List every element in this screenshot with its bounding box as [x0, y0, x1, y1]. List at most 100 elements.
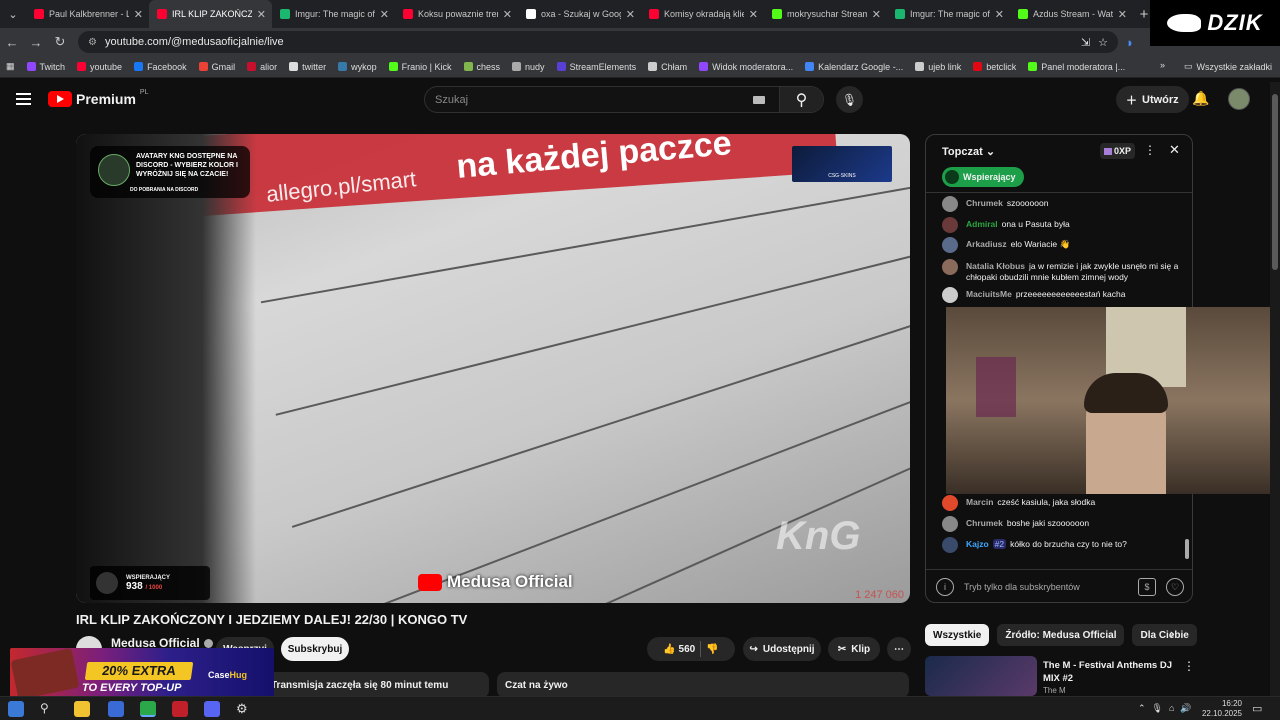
forward-icon[interactable]: → [24, 35, 48, 50]
bookmark-12[interactable]: Widok moderatora... [693, 62, 799, 72]
tab-close-icon[interactable]: ✕ [872, 8, 881, 21]
youtube-logo[interactable]: Premium PL [48, 89, 148, 107]
bookmark-4[interactable]: alior [241, 62, 283, 72]
voice-search-button[interactable]: 🎙 [836, 86, 863, 113]
tab-close-icon[interactable]: ✕ [749, 8, 758, 21]
video-player[interactable]: na każdej paczce allegro.pl/smart AVATAR… [76, 134, 910, 603]
filter-chip[interactable]: Źródło: Medusa Official [997, 624, 1125, 646]
notifications-bell-icon[interactable]: 🔔 [1192, 90, 1209, 107]
start-icon[interactable] [8, 701, 24, 717]
apps-icon[interactable]: ▦ [0, 61, 21, 72]
chat-avatar[interactable] [942, 495, 958, 511]
extension-icon[interactable]: ◗ [1118, 35, 1142, 50]
chat-avatar[interactable] [942, 516, 958, 532]
tab-1[interactable]: IRL KLIP ZAKOŃCZONY ✕ [149, 0, 272, 28]
chat-avatar[interactable] [942, 196, 958, 212]
tab-close-icon[interactable]: ✕ [503, 8, 512, 21]
tab-7[interactable]: Imgur: The magic of the ✕ [887, 0, 1010, 28]
url-field[interactable]: ⚙ youtube.com/@medusaoficjalnie/live ⇲ ☆ [78, 31, 1118, 53]
tab-6[interactable]: mokrysuchar Stream ✕ [764, 0, 887, 28]
close-icon[interactable]: ✕ [1169, 142, 1180, 158]
bookmark-7[interactable]: Franio | Kick [383, 62, 458, 72]
chat-avatar[interactable] [942, 287, 958, 303]
chat-author[interactable]: Chrumek [966, 198, 1003, 208]
chat-message[interactable]: Kajzo #2 kółko do brzucha czy to nie to? [942, 537, 1182, 553]
bookmark-13[interactable]: Kalendarz Google -... [799, 62, 909, 72]
chat-author[interactable]: Admiral [966, 219, 998, 229]
bookmark-1[interactable]: youtube [71, 62, 128, 72]
tab-close-icon[interactable]: ✕ [626, 8, 635, 21]
recommended-channel[interactable]: The M [1043, 686, 1066, 695]
super-chat-icon[interactable]: $ [1138, 578, 1156, 596]
chat-message[interactable]: Natalia Kłobus ja w remizie i jak zwykle … [942, 259, 1182, 283]
reload-icon[interactable]: ↻ [48, 34, 72, 50]
chat-mode-dropdown[interactable]: Topczat ⌄ [942, 145, 995, 158]
tab-close-icon[interactable]: ✕ [257, 8, 266, 21]
live-chat-box[interactable]: Czat na żywo [497, 672, 909, 698]
chat-message[interactable]: Admiral ona u Pasuta była [942, 217, 1182, 233]
tab-close-icon[interactable]: ✕ [134, 8, 143, 21]
bookmark-6[interactable]: wykop [332, 62, 383, 72]
bookmark-15[interactable]: betclick [967, 62, 1022, 72]
install-icon[interactable]: ⇲ [1081, 36, 1090, 49]
create-button[interactable]: ＋ Utwórz [1116, 86, 1189, 113]
bookmark-10[interactable]: StreamElements [551, 62, 643, 72]
dislike-button[interactable]: 👎 [706, 644, 718, 655]
chat-avatar[interactable] [942, 259, 958, 275]
recommended-menu-icon[interactable]: ⋮ [1183, 659, 1195, 673]
chat-avatar[interactable] [942, 217, 958, 233]
bookmark-3[interactable]: Gmail [193, 62, 242, 72]
bookmark-2[interactable]: Facebook [128, 62, 193, 72]
keyboard-icon[interactable] [753, 95, 765, 104]
chat-message[interactable]: Chrumek szoooooon [942, 196, 1182, 212]
chat-input[interactable]: Tryb tylko dla subskrybentów [964, 582, 1080, 592]
app2-icon[interactable] [172, 701, 188, 717]
chat-message[interactable]: MaciuitsMe przeeeeeeeeeeeestań kacha [942, 287, 1182, 303]
filter-chip[interactable]: Dla Ciebie [1132, 624, 1197, 646]
info-icon[interactable]: i [936, 578, 954, 596]
notification-icon[interactable]: ▭ [1252, 702, 1262, 715]
xp-badge[interactable]: 0XP [1100, 143, 1136, 159]
all-bookmarks[interactable]: ▭ Wszystkie zakładki [1184, 61, 1272, 72]
mic-tray-icon[interactable]: 🎙 [1152, 703, 1163, 714]
bookmark-11[interactable]: Chłam [642, 62, 693, 72]
chrome-icon[interactable] [140, 701, 156, 717]
tab-3[interactable]: Koksu powaznie trenuje ✕ [395, 0, 518, 28]
chat-avatar[interactable] [942, 537, 958, 553]
search-button[interactable]: ⚲ [779, 87, 823, 112]
settings-icon[interactable]: ⚙ [236, 701, 252, 717]
volume-icon[interactable]: 🔊 [1180, 703, 1191, 714]
file-explorer-icon[interactable] [74, 701, 90, 717]
filter-chip[interactable]: Wszystkie [925, 624, 990, 646]
chat-author[interactable]: Arkadiusz [966, 239, 1007, 249]
bookmark-9[interactable]: nudy [506, 62, 551, 72]
more-bookmarks-icon[interactable]: » [1154, 60, 1171, 70]
account-avatar[interactable] [1228, 88, 1250, 110]
share-button[interactable]: ↪ Udostępnij [743, 637, 821, 661]
like-button[interactable]: 👍 560 [663, 644, 695, 655]
search-input[interactable]: Szukaj [425, 94, 753, 106]
tab-close-icon[interactable]: ✕ [1118, 8, 1127, 21]
bookmark-star-icon[interactable]: ☆ [1098, 36, 1108, 49]
bookmark-5[interactable]: twitter [283, 62, 332, 72]
chat-avatar[interactable] [942, 237, 958, 253]
app-icon[interactable] [108, 701, 124, 717]
chat-message[interactable]: Chrumek boshe jaki szoooooon [942, 516, 1182, 532]
recommended-thumbnail[interactable] [925, 656, 1037, 696]
more-actions-icon[interactable]: ⋯ [887, 637, 911, 661]
recommended-video[interactable]: The M - Festival Anthems DJ MIX #2 The M… [925, 656, 1195, 696]
tab-8[interactable]: Azdus Stream - Watch ✕ [1010, 0, 1133, 28]
supporting-button[interactable]: Wspierający [942, 167, 1024, 187]
tab-5[interactable]: Komisy okradają klientów ✕ [641, 0, 764, 28]
chat-author[interactable]: MaciuitsMe [966, 289, 1012, 299]
chat-author[interactable]: Marcin [966, 497, 993, 507]
tab-4[interactable]: oxa - Szukaj w Google ✕ [518, 0, 641, 28]
network-icon[interactable]: ⌂ [1169, 703, 1174, 714]
subscribe-button[interactable]: Subskrybuj [281, 637, 349, 661]
tab-2[interactable]: Imgur: The magic of the ✕ [272, 0, 395, 28]
bookmark-8[interactable]: chess [458, 62, 507, 72]
heart-icon[interactable]: ♡ [1166, 578, 1184, 596]
discord-icon[interactable] [204, 701, 220, 717]
site-info-icon[interactable]: ⚙ [88, 37, 97, 48]
chevron-right-icon[interactable]: › [1170, 626, 1174, 641]
